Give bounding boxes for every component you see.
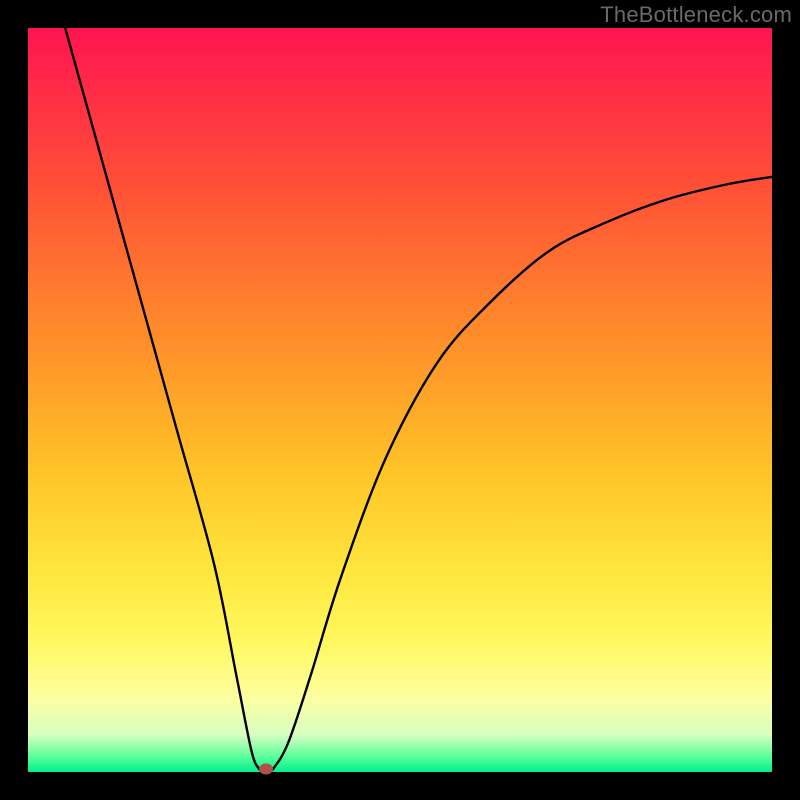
- bottleneck-curve: [65, 28, 772, 772]
- plot-area: [28, 28, 772, 772]
- minimum-marker: [259, 764, 273, 775]
- chart-frame: TheBottleneck.com: [0, 0, 800, 800]
- watermark-text: TheBottleneck.com: [600, 2, 792, 28]
- curve-svg: [28, 28, 772, 772]
